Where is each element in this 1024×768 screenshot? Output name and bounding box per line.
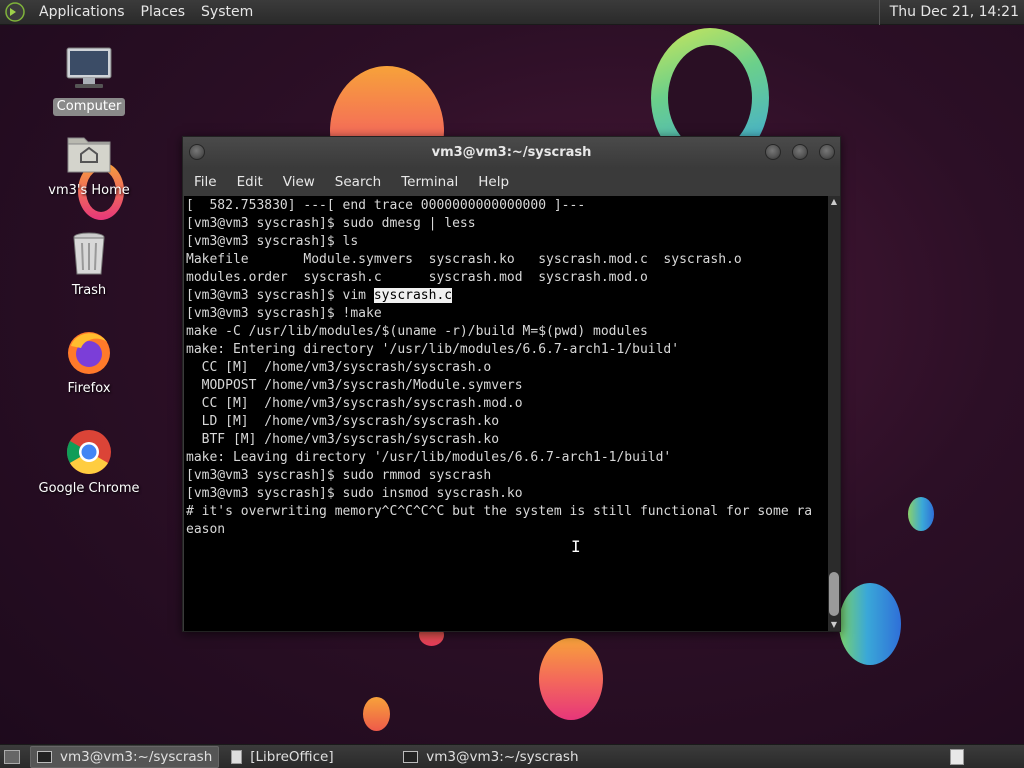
- menu-view[interactable]: View: [273, 174, 325, 190]
- clock[interactable]: Thu Dec 21, 14:21: [878, 0, 1024, 25]
- taskbar-item-label: vm3@vm3:~/syscrash: [426, 748, 579, 765]
- terminal-line: [vm3@vm3 syscrash]$ sudo rmmod syscrash: [186, 468, 492, 483]
- terminal-line: MODPOST /home/vm3/syscrash/Module.symver…: [186, 378, 523, 393]
- firefox-icon: [65, 328, 113, 376]
- terminal-window[interactable]: vm3@vm3:~/syscrash File Edit View Search…: [182, 136, 841, 632]
- terminal-line: make: Entering directory '/usr/lib/modul…: [186, 342, 680, 357]
- desktop-icon-firefox[interactable]: Firefox: [29, 328, 149, 398]
- menu-terminal[interactable]: Terminal: [391, 174, 468, 190]
- window-title-bar[interactable]: vm3@vm3:~/syscrash: [183, 137, 840, 168]
- minimize-button[interactable]: [765, 144, 781, 160]
- chrome-icon: [65, 428, 113, 476]
- terminal-line: [vm3@vm3 syscrash]$ ls: [186, 234, 359, 249]
- selected-text[interactable]: syscrash.c: [373, 288, 453, 303]
- terminal-line: [vm3@vm3 syscrash]$ !make: [186, 306, 382, 321]
- places-menu[interactable]: Places: [133, 0, 194, 25]
- decorative-pink-blob: [539, 638, 603, 720]
- terminal-line: [vm3@vm3 syscrash]$ sudo insmod syscrash…: [186, 486, 523, 501]
- scroll-up-arrow-icon[interactable]: ▲: [828, 196, 840, 208]
- desktop-icon-trash[interactable]: Trash: [29, 230, 149, 300]
- top-panel: Applications Places System Thu Dec 21, 1…: [0, 0, 1024, 25]
- terminal-line: LD [M] /home/vm3/syscrash/syscrash.ko: [186, 414, 500, 429]
- terminal-line-prefix: [vm3@vm3 syscrash]$ vim: [186, 288, 374, 303]
- computer-icon: [65, 46, 113, 94]
- system-menu[interactable]: System: [193, 0, 261, 25]
- taskbar-item-libreoffice[interactable]: [LibreOffice]: [225, 746, 393, 768]
- taskbar-item-label: [LibreOffice]: [250, 748, 334, 765]
- terminal-line: Makefile Module.symvers syscrash.ko sysc…: [186, 252, 742, 267]
- terminal-line: modules.order syscrash.c syscrash.mod sy…: [186, 270, 648, 285]
- text-cursor-icon: I: [571, 537, 581, 556]
- terminal-line: make: Leaving directory '/usr/lib/module…: [186, 450, 672, 465]
- terminal-icon: [37, 750, 52, 763]
- mate-logo-icon[interactable]: [5, 2, 25, 22]
- terminal-line-vim: [vm3@vm3 syscrash]$ vim syscrash.c: [186, 287, 828, 305]
- home-folder-icon: [65, 130, 113, 178]
- terminal-line: eason: [186, 522, 226, 537]
- menu-edit[interactable]: Edit: [227, 174, 273, 190]
- terminal-output[interactable]: [ 582.753830] ---[ end trace 00000000000…: [184, 196, 828, 631]
- scrollbar-thumb[interactable]: [829, 572, 839, 616]
- decorative-blue-blob: [839, 583, 901, 665]
- window-title: vm3@vm3:~/syscrash: [431, 145, 592, 160]
- desktop-icon-computer[interactable]: Computer: [29, 46, 149, 116]
- terminal-line: CC [M] /home/vm3/syscrash/syscrash.o: [186, 360, 492, 375]
- desktop-icon-label: Firefox: [67, 381, 111, 396]
- terminal-menubar: File Edit View Search Terminal Help: [183, 168, 840, 196]
- taskbar-item-terminal[interactable]: vm3@vm3:~/syscrash: [30, 745, 220, 768]
- scroll-down-arrow-icon[interactable]: ▼: [828, 619, 840, 631]
- close-button[interactable]: [819, 144, 835, 160]
- bottom-taskbar: vm3@vm3:~/syscrash [LibreOffice] vm3@vm3…: [0, 744, 1024, 768]
- workspace-switcher[interactable]: [950, 748, 964, 765]
- terminal-scrollbar[interactable]: ▲ ▼: [828, 196, 840, 631]
- terminal-line: CC [M] /home/vm3/syscrash/syscrash.mod.o: [186, 396, 523, 411]
- menu-file[interactable]: File: [183, 174, 227, 190]
- document-icon: [231, 749, 243, 764]
- trash-icon: [65, 230, 113, 278]
- window-menu-button[interactable]: [189, 144, 205, 160]
- desktop-icon-label: vm3's Home: [48, 183, 130, 198]
- terminal-line: make -C /usr/lib/modules/$(uname -r)/bui…: [186, 324, 648, 339]
- menu-help[interactable]: Help: [468, 174, 519, 190]
- desktop-icon-chrome[interactable]: Google Chrome: [29, 428, 149, 498]
- taskbar-item-label: vm3@vm3:~/syscrash: [60, 748, 213, 765]
- desktop-icon-label: Computer: [52, 98, 126, 116]
- applications-menu[interactable]: Applications: [31, 0, 133, 25]
- decorative-small-blue-blob: [908, 497, 934, 531]
- desktop-icon-label: Google Chrome: [38, 481, 140, 496]
- maximize-button[interactable]: [792, 144, 808, 160]
- terminal-line: [vm3@vm3 syscrash]$ sudo dmesg | less: [186, 216, 476, 231]
- terminal-line: [ 582.753830] ---[ end trace 00000000000…: [186, 198, 586, 213]
- terminal-line: # it's overwriting memory^C^C^C^C but th…: [186, 504, 813, 519]
- menu-search[interactable]: Search: [325, 174, 391, 190]
- terminal-line: BTF [M] /home/vm3/syscrash/syscrash.ko: [186, 432, 500, 447]
- desktop-icon-label: Trash: [71, 283, 107, 298]
- taskbar-item-terminal-2[interactable]: vm3@vm3:~/syscrash: [397, 746, 584, 768]
- decorative-small-orange-blob: [363, 697, 390, 731]
- show-desktop-icon[interactable]: [4, 749, 20, 764]
- terminal-icon: [403, 750, 419, 763]
- desktop-icon-home[interactable]: vm3's Home: [29, 130, 149, 200]
